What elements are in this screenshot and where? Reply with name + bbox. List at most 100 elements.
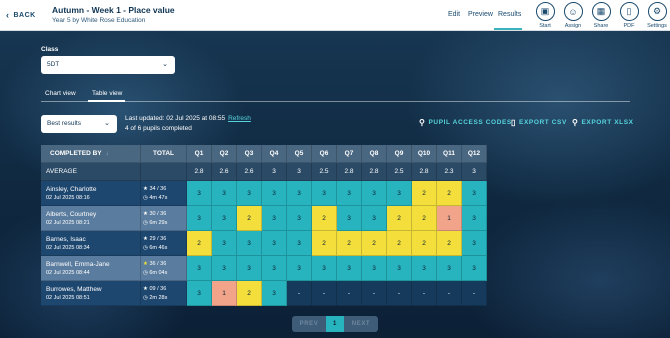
score-cell[interactable]: 2 bbox=[412, 181, 437, 206]
question-header[interactable]: Q9 bbox=[387, 145, 412, 163]
score-cell[interactable]: 2 bbox=[437, 231, 462, 256]
nav-results[interactable]: Results bbox=[498, 11, 521, 18]
score-cell[interactable]: 3 bbox=[462, 231, 487, 256]
score-cell[interactable]: 3 bbox=[312, 256, 337, 281]
score-cell[interactable]: 3 bbox=[312, 181, 337, 206]
score-cell[interactable]: 3 bbox=[287, 256, 312, 281]
score-cell[interactable]: 3 bbox=[262, 256, 287, 281]
pupil-name: Burrowes, Matthew bbox=[46, 285, 102, 293]
nav-edit[interactable]: Edit bbox=[448, 11, 460, 18]
score-cell[interactable]: - bbox=[412, 281, 437, 306]
score-cell[interactable]: - bbox=[362, 281, 387, 306]
score-cell[interactable]: 3 bbox=[237, 181, 262, 206]
pupil-name-cell[interactable]: Ainsley, Charlotte 02 Jul 2025 08:16 bbox=[41, 181, 141, 206]
score-cell[interactable]: 3 bbox=[387, 256, 412, 281]
score-cell[interactable]: 3 bbox=[212, 256, 237, 281]
next-page-button[interactable]: NEXT bbox=[344, 316, 378, 332]
score-cell[interactable]: 3 bbox=[287, 181, 312, 206]
question-header[interactable]: Q8 bbox=[362, 145, 387, 163]
tab-table-view[interactable]: Table view bbox=[92, 90, 122, 97]
export-xlsx-button[interactable]: ⚲ EXPORT XLSX bbox=[572, 118, 634, 127]
class-select[interactable]: 5DT ⌄ bbox=[41, 56, 175, 74]
score-cell[interactable]: 3 bbox=[362, 206, 387, 231]
score-cell[interactable]: 3 bbox=[187, 256, 212, 281]
score-cell[interactable]: 2 bbox=[237, 206, 262, 231]
score-cell[interactable]: 3 bbox=[337, 206, 362, 231]
score-cell[interactable]: 3 bbox=[262, 231, 287, 256]
score-cell[interactable]: 3 bbox=[212, 181, 237, 206]
score-cell[interactable]: 3 bbox=[262, 206, 287, 231]
score-cell[interactable]: 3 bbox=[387, 181, 412, 206]
score-cell[interactable]: 3 bbox=[237, 231, 262, 256]
export-csv-button[interactable]: ▯ EXPORT CSV bbox=[511, 118, 567, 127]
pupil-name-cell[interactable]: Barnwell, Emma-Jane 02 Jul 2025 08:44 bbox=[41, 256, 141, 281]
score-cell[interactable]: 3 bbox=[187, 206, 212, 231]
question-header[interactable]: Q11 bbox=[437, 145, 462, 163]
assign-button[interactable]: ☺ Assign bbox=[560, 2, 586, 29]
score-cell[interactable]: 3 bbox=[187, 281, 212, 306]
score-cell[interactable]: 2 bbox=[237, 281, 262, 306]
score-cell[interactable]: 3 bbox=[337, 256, 362, 281]
pdf-button[interactable]: ▯ PDF bbox=[616, 2, 642, 29]
score-cell[interactable]: 3 bbox=[262, 281, 287, 306]
score-cell[interactable]: 3 bbox=[212, 231, 237, 256]
score-cell[interactable]: 3 bbox=[462, 256, 487, 281]
score-cell[interactable]: 3 bbox=[237, 256, 262, 281]
score-cell[interactable]: 2 bbox=[337, 231, 362, 256]
share-button[interactable]: ▦ Share bbox=[588, 2, 614, 29]
score-cell[interactable]: 2 bbox=[412, 206, 437, 231]
score-cell[interactable]: 2 bbox=[187, 231, 212, 256]
score-cell[interactable]: 3 bbox=[362, 181, 387, 206]
question-header[interactable]: Q5 bbox=[287, 145, 312, 163]
score-cell[interactable]: 3 bbox=[412, 256, 437, 281]
score-cell[interactable]: - bbox=[337, 281, 362, 306]
tab-chart-view[interactable]: Chart view bbox=[45, 90, 76, 97]
refresh-link[interactable]: Refresh bbox=[228, 115, 251, 122]
question-header[interactable]: Q2 bbox=[212, 145, 237, 163]
settings-button[interactable]: ⚙ Settings bbox=[644, 2, 670, 29]
score-cell[interactable]: 3 bbox=[337, 181, 362, 206]
nav-preview[interactable]: Preview bbox=[468, 11, 493, 18]
score-cell[interactable]: 3 bbox=[437, 256, 462, 281]
pupil-name-cell[interactable]: Burrowes, Matthew 02 Jul 2025 08:51 bbox=[41, 281, 141, 306]
score-cell[interactable]: - bbox=[462, 281, 487, 306]
score-cell[interactable]: 2 bbox=[412, 231, 437, 256]
score-cell[interactable]: 3 bbox=[187, 181, 212, 206]
score-cell[interactable]: 3 bbox=[362, 256, 387, 281]
start-button[interactable]: ▣ Start bbox=[532, 2, 558, 29]
back-button[interactable]: ‹ BACK bbox=[6, 10, 36, 20]
prev-page-button[interactable]: PREV bbox=[292, 316, 326, 332]
total-header[interactable]: TOTAL bbox=[141, 145, 187, 163]
score-cell[interactable]: 3 bbox=[287, 206, 312, 231]
score-cell[interactable]: 3 bbox=[462, 181, 487, 206]
score-cell[interactable]: 3 bbox=[262, 181, 287, 206]
score-cell[interactable]: - bbox=[437, 281, 462, 306]
score-cell[interactable]: 3 bbox=[212, 206, 237, 231]
score-cell[interactable]: 2 bbox=[387, 231, 412, 256]
score-cell[interactable]: 2 bbox=[362, 231, 387, 256]
score-cell[interactable]: 1 bbox=[437, 206, 462, 231]
pupil-name-cell[interactable]: Alberts, Courtney 02 Jul 2025 08:21 bbox=[41, 206, 141, 231]
question-header[interactable]: Q3 bbox=[237, 145, 262, 163]
score-cell[interactable]: 1 bbox=[212, 281, 237, 306]
question-header[interactable]: Q7 bbox=[337, 145, 362, 163]
question-header[interactable]: Q10 bbox=[412, 145, 437, 163]
question-header[interactable]: Q4 bbox=[262, 145, 287, 163]
completed-by-header[interactable]: COMPLETED BY ↓ bbox=[41, 145, 141, 163]
score-cell[interactable]: 3 bbox=[462, 206, 487, 231]
score-cell[interactable]: 3 bbox=[287, 231, 312, 256]
score-cell[interactable]: 2 bbox=[312, 206, 337, 231]
score-cell[interactable]: - bbox=[387, 281, 412, 306]
score-cell[interactable]: - bbox=[287, 281, 312, 306]
pupil-name-cell[interactable]: Barnes, Isaac 02 Jul 2025 08:34 bbox=[41, 231, 141, 256]
score-cell[interactable]: 2 bbox=[437, 181, 462, 206]
question-header[interactable]: Q1 bbox=[187, 145, 212, 163]
question-header[interactable]: Q6 bbox=[312, 145, 337, 163]
score-cell[interactable]: 2 bbox=[312, 231, 337, 256]
score-cell[interactable]: 2 bbox=[387, 206, 412, 231]
pupil-access-codes-button[interactable]: ⚲ PUPIL ACCESS CODES bbox=[419, 118, 512, 127]
score-cell[interactable]: - bbox=[312, 281, 337, 306]
question-header[interactable]: Q12 bbox=[462, 145, 487, 163]
page-number-button[interactable]: 1 bbox=[326, 316, 344, 332]
sort-select[interactable]: Best results ⌄ bbox=[41, 115, 117, 133]
